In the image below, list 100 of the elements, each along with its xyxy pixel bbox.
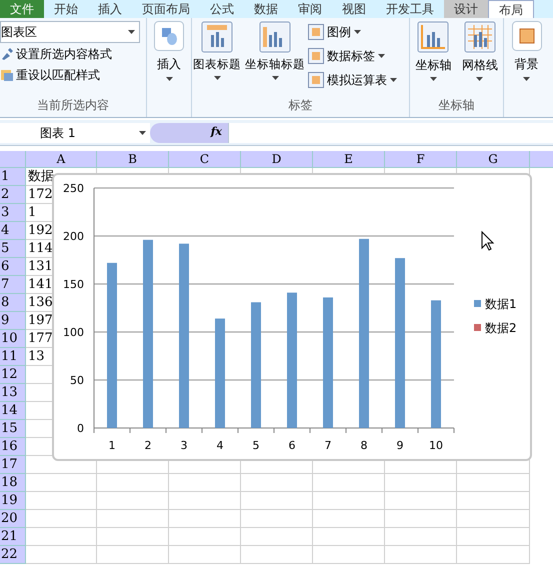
caret-icon bbox=[523, 77, 530, 81]
ribbon-tab[interactable]: 布局 bbox=[488, 0, 534, 18]
grid-cell bbox=[169, 474, 241, 492]
ribbon-tab[interactable]: 页面布局 bbox=[132, 0, 200, 18]
formula-field[interactable] bbox=[228, 122, 553, 142]
grid-cell bbox=[169, 492, 241, 510]
row-header[interactable]: 21 bbox=[0, 528, 26, 546]
x-axis-label: 5 bbox=[252, 439, 260, 452]
row-header[interactable]: 8 bbox=[0, 294, 26, 312]
reset-style-icon bbox=[0, 68, 14, 82]
ribbon-tab[interactable]: 数据 bbox=[244, 0, 288, 18]
row-header[interactable]: 6 bbox=[0, 258, 26, 276]
column-header[interactable]: G bbox=[457, 151, 530, 167]
gridlines-icon bbox=[464, 21, 496, 53]
ribbon-large-button[interactable]: 坐标轴标题 bbox=[244, 21, 306, 91]
column-header[interactable]: D bbox=[241, 151, 313, 167]
chart-area[interactable]: 0 50 100 150 200 250 1 2 3 4 5 6 7 8 9 10 数据1 数据2 bbox=[52, 173, 532, 461]
ribbon-button[interactable]: 设置所选内容格式 bbox=[0, 44, 146, 64]
row-header[interactable]: 3 bbox=[0, 204, 26, 222]
ribbon-button[interactable]: 重设以匹配样式 bbox=[0, 65, 146, 85]
ribbon-tab[interactable]: 文件 bbox=[0, 0, 44, 18]
row-header[interactable]: 13 bbox=[0, 384, 26, 402]
row-header[interactable]: 4 bbox=[0, 222, 26, 240]
column-header[interactable]: B bbox=[97, 151, 169, 167]
grid-cell bbox=[385, 510, 457, 528]
ribbon-tab[interactable]: 插入 bbox=[88, 0, 132, 18]
grid-cell bbox=[313, 474, 385, 492]
grid-cell bbox=[313, 546, 385, 564]
row-header[interactable]: 15 bbox=[0, 420, 26, 438]
grid-cell bbox=[385, 492, 457, 510]
row-header[interactable]: 18 bbox=[0, 474, 26, 492]
group-label: 标签 bbox=[288, 97, 314, 114]
column-header[interactable]: A bbox=[26, 151, 97, 167]
caret-icon bbox=[272, 76, 278, 80]
column-header[interactable]: E bbox=[313, 151, 385, 167]
row-header[interactable]: 14 bbox=[0, 402, 26, 420]
row-header[interactable]: 2 bbox=[0, 186, 26, 204]
grid-cell bbox=[241, 528, 313, 546]
background-button[interactable]: 背景 bbox=[512, 21, 542, 81]
ribbon-button[interactable]: 图例 bbox=[308, 21, 397, 43]
legend-label: 数据2 bbox=[485, 321, 517, 335]
grid-cell bbox=[385, 546, 457, 564]
ribbon-large-button[interactable]: 网格线 bbox=[462, 21, 498, 81]
ribbon-tab[interactable]: 审阅 bbox=[288, 0, 332, 18]
x-axis-label: 8 bbox=[360, 439, 368, 452]
y-axis-label: 200 bbox=[63, 230, 84, 243]
row-header[interactable]: 7 bbox=[0, 276, 26, 294]
x-axis-label: 10 bbox=[429, 439, 443, 452]
ribbon-button[interactable]: 数据标签 bbox=[308, 45, 397, 67]
x-axis-label: 1 bbox=[108, 439, 116, 452]
ribbon-tab[interactable]: 开始 bbox=[44, 0, 88, 18]
caret-icon bbox=[378, 54, 385, 58]
x-axis-label: 2 bbox=[144, 439, 152, 452]
column-header[interactable]: C bbox=[169, 151, 241, 167]
row-header[interactable]: 1 bbox=[0, 168, 26, 186]
ribbon-tab[interactable]: 设计 bbox=[444, 0, 488, 18]
grid-cell bbox=[26, 492, 97, 510]
axis-title-icon bbox=[259, 21, 291, 53]
y-axis-label: 150 bbox=[63, 278, 84, 291]
row-header[interactable]: 17 bbox=[0, 456, 26, 474]
ribbon-tab[interactable]: 视图 bbox=[332, 0, 376, 18]
grid-cell bbox=[313, 528, 385, 546]
y-axis-label: 0 bbox=[77, 422, 84, 435]
ribbon-large-button[interactable]: 坐标轴 bbox=[415, 21, 452, 81]
grid-cell bbox=[97, 528, 169, 546]
row-header[interactable]: 5 bbox=[0, 240, 26, 258]
chart-title-icon bbox=[201, 21, 233, 53]
ribbon-tab[interactable]: 开发工具 bbox=[376, 0, 444, 18]
grid-cell bbox=[241, 474, 313, 492]
ribbon-button[interactable]: 模拟运算表 bbox=[308, 69, 397, 91]
chart-element-dropdown[interactable]: 图表区 bbox=[0, 21, 140, 43]
table-icon bbox=[308, 72, 324, 88]
insert-button[interactable]: 插入 bbox=[154, 21, 184, 81]
caret-icon bbox=[214, 76, 220, 80]
function-button[interactable]: fx bbox=[210, 124, 222, 141]
row-header[interactable]: 9 bbox=[0, 312, 26, 330]
row-header[interactable]: 22 bbox=[0, 546, 26, 564]
grid-cell bbox=[313, 492, 385, 510]
group-label: 当前所选内容 bbox=[36, 97, 110, 114]
pointer-icon bbox=[482, 230, 494, 251]
row-header[interactable]: 20 bbox=[0, 510, 26, 528]
row-header[interactable]: 10 bbox=[0, 330, 26, 348]
ribbon-large-button[interactable]: 图表标题 bbox=[192, 21, 242, 91]
grid-cell bbox=[26, 510, 97, 528]
caret-icon bbox=[476, 77, 484, 81]
grid-cell bbox=[169, 510, 241, 528]
grid-cell bbox=[97, 546, 169, 564]
caret-icon bbox=[430, 77, 437, 81]
grid-cell bbox=[26, 546, 97, 564]
grid-cell bbox=[241, 510, 313, 528]
row-header[interactable]: 19 bbox=[0, 492, 26, 510]
column-header[interactable]: F bbox=[385, 151, 457, 167]
name-box[interactable]: 图表 1 bbox=[0, 122, 150, 142]
ribbon-tab[interactable]: 公式 bbox=[200, 0, 244, 18]
grid-cell bbox=[97, 492, 169, 510]
grid-cell bbox=[241, 492, 313, 510]
x-axis-label: 6 bbox=[288, 439, 296, 452]
row-header[interactable]: 12 bbox=[0, 366, 26, 384]
row-header[interactable]: 11 bbox=[0, 348, 26, 366]
row-header[interactable]: 16 bbox=[0, 438, 26, 456]
